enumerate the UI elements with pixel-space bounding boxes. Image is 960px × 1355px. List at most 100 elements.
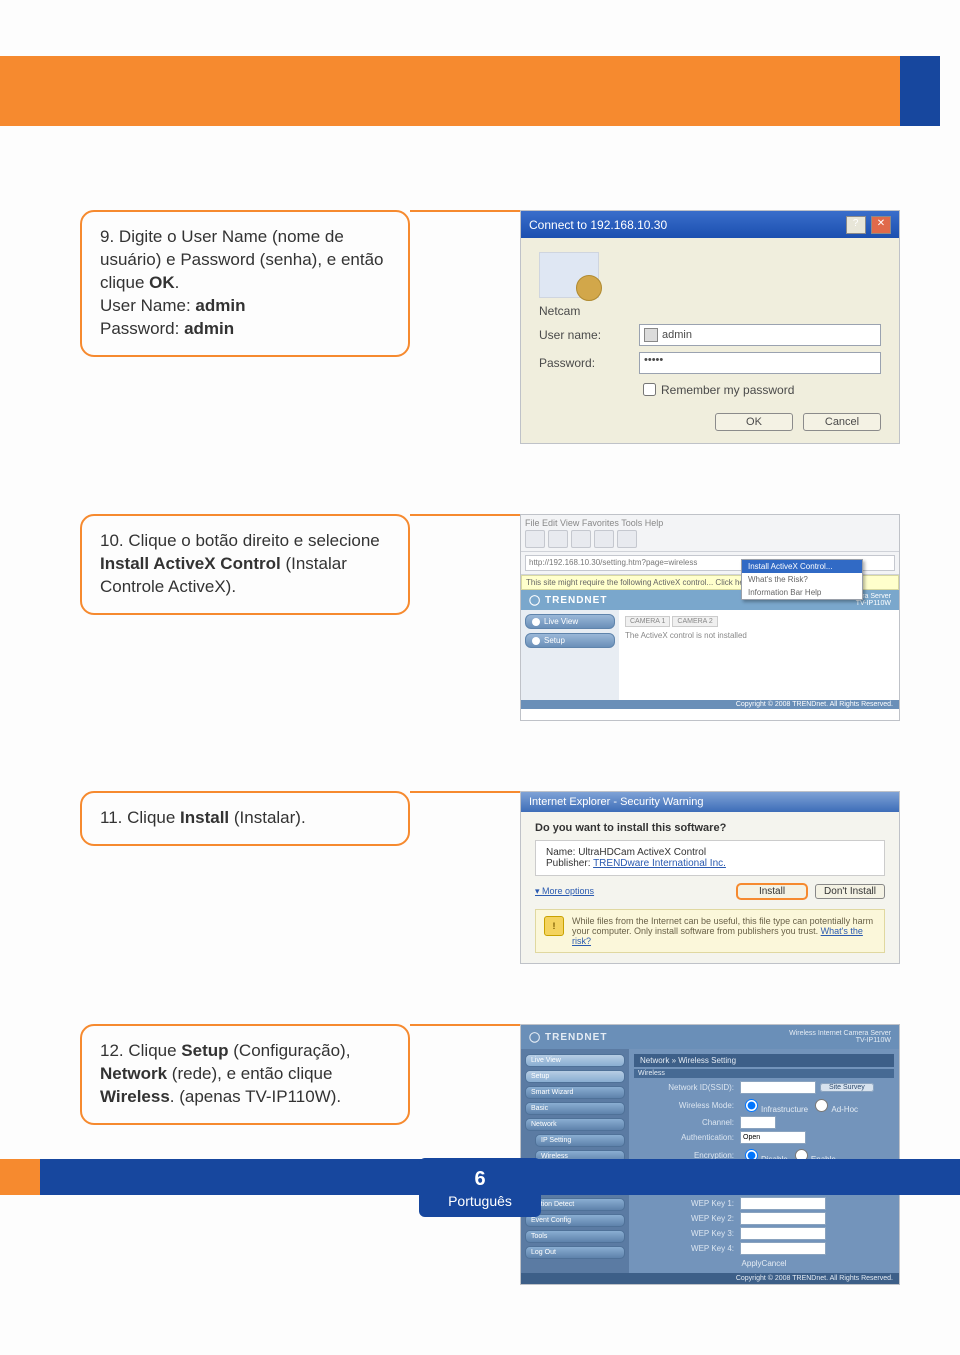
browser-screenshot: File Edit View Favorites Tools Help http…	[520, 514, 900, 721]
page-language: Português	[425, 1193, 535, 1209]
publisher-link[interactable]: TRENDware International Inc.	[593, 858, 726, 869]
home-button[interactable]	[617, 530, 637, 548]
nav-basic[interactable]: Basic	[525, 1102, 625, 1115]
wepkey4-input[interactable]	[740, 1242, 826, 1255]
wepkey2-label: WEP Key 2:	[634, 1214, 740, 1223]
software-info: Name: UltraHDCam ActiveX Control Publish…	[535, 840, 885, 876]
wepkey2-input[interactable]	[740, 1212, 826, 1225]
back-button[interactable]	[525, 530, 545, 548]
remember-checkbox-input[interactable]	[643, 383, 656, 396]
remember-label: Remember my password	[661, 383, 794, 397]
window-controls: ? ✕	[844, 215, 891, 234]
nav-live-view[interactable]: Live View	[525, 1054, 625, 1067]
password-value: •••••	[644, 354, 663, 366]
step-text: (rede), e então clique	[167, 1064, 332, 1083]
ctx-whats-risk[interactable]: What's the Risk?	[742, 573, 862, 586]
close-icon[interactable]: ✕	[871, 216, 891, 234]
wepkey1-input[interactable]	[740, 1197, 826, 1210]
login-dialog-screenshot: Connect to 192.168.10.30 ? ✕ Netcam User…	[520, 210, 900, 444]
nav-logout[interactable]: Log Out	[525, 1246, 625, 1259]
step-text: (Configuração),	[233, 1041, 350, 1060]
step-text: Password:	[100, 319, 184, 338]
shield-icon: !	[544, 916, 564, 936]
wepkey3-input[interactable]	[740, 1227, 826, 1240]
wepkey4-label: WEP Key 4:	[634, 1244, 740, 1253]
stop-button[interactable]	[571, 530, 591, 548]
dialog-title: Connect to 192.168.10.30	[529, 218, 667, 232]
nav-network[interactable]: Network	[525, 1118, 625, 1131]
user-icon	[644, 328, 658, 342]
camera-tab[interactable]: CAMERA 1	[625, 616, 670, 627]
step-12-instruction: 12. Clique Setup (Configuração), Network…	[80, 1024, 410, 1125]
nav-wizard[interactable]: Smart Wizard	[525, 1086, 625, 1099]
live-view-button[interactable]: Live View	[525, 614, 615, 629]
essid-label: Network ID(SSID):	[634, 1083, 740, 1092]
browser-menu[interactable]: File Edit View Favorites Tools Help	[525, 518, 895, 528]
step-10-instruction: 10. Clique o botão direito e selecione I…	[80, 514, 410, 615]
browser-page: ◯ TRENDNET Wireless Internet Camera Serv…	[521, 590, 899, 720]
step-number: 10.	[100, 531, 124, 550]
more-options-link[interactable]: ▾ More options	[535, 886, 594, 897]
site-survey-button[interactable]: Site Survey	[820, 1083, 874, 1092]
password-input[interactable]: •••••	[639, 352, 881, 374]
trendnet-logo: ◯ TRENDNET	[529, 1032, 607, 1043]
nav-setup[interactable]: Setup	[525, 1070, 625, 1083]
step-10-row: 10. Clique o botão direito e selecione I…	[80, 514, 900, 721]
essid-input[interactable]	[740, 1081, 816, 1094]
cancel-button[interactable]: Cancel	[803, 413, 881, 431]
trendnet-logo: ◯ TRENDNET	[529, 595, 607, 606]
cancel-button[interactable]: Cancel	[762, 1259, 787, 1268]
browser-toolbar: File Edit View Favorites Tools Help	[521, 515, 899, 552]
step-11-row: 11. Clique Install (Instalar). Internet …	[80, 791, 900, 964]
apply-button[interactable]: Apply	[742, 1259, 762, 1268]
settings-screenshot: ◯ TRENDNET Wireless Internet Camera Serv…	[520, 1024, 900, 1285]
auth-select[interactable]	[740, 1131, 806, 1144]
settings-title: Network » Wireless Setting	[634, 1054, 894, 1067]
camera-tab2[interactable]: CAMERA 2	[672, 616, 717, 627]
remember-checkbox[interactable]: Remember my password	[639, 380, 881, 399]
install-button[interactable]: Install	[737, 884, 807, 899]
channel-label: Channel:	[634, 1118, 740, 1127]
username-value: admin	[662, 329, 692, 341]
forward-button[interactable]	[548, 530, 568, 548]
security-warning-note: ! While files from the Internet can be u…	[535, 909, 885, 953]
wireless-section: Wireless	[634, 1069, 894, 1078]
ctx-install-activex[interactable]: Install ActiveX Control...	[742, 560, 862, 573]
step-number: 12.	[100, 1041, 124, 1060]
dialog-titlebar: Connect to 192.168.10.30 ? ✕	[521, 211, 899, 238]
step-text: .	[175, 273, 180, 292]
mode-label: Wireless Mode:	[634, 1101, 740, 1110]
step-text: . (apenas TV-IP110W).	[170, 1087, 341, 1106]
username-label: User name:	[539, 328, 639, 342]
step-text: (Instalar).	[229, 808, 306, 827]
nav-event-config[interactable]: Event Config	[525, 1214, 625, 1227]
dont-install-button[interactable]: Don't Install	[815, 884, 885, 899]
security-question: Do you want to install this software?	[535, 822, 885, 834]
settings-footer: Copyright © 2008 TRENDnet. All Rights Re…	[521, 1273, 899, 1284]
auth-label: Authentication:	[634, 1133, 740, 1142]
mode-infra-radio[interactable]	[745, 1099, 758, 1112]
wepkey1-label: WEP Key 1:	[634, 1199, 740, 1208]
dialog-body: Netcam User name: admin Password: ••••• …	[521, 238, 899, 443]
footer-orange-accent	[0, 1159, 40, 1195]
header-orange-bar	[0, 56, 900, 126]
step-bold: Wireless	[100, 1087, 170, 1106]
ok-button[interactable]: OK	[715, 413, 793, 431]
username-input[interactable]: admin	[639, 324, 881, 346]
step-text: Clique	[128, 1041, 181, 1060]
step-9-row: 9. Digite o User Name (nome de usuário) …	[80, 210, 900, 444]
channel-input[interactable]	[740, 1116, 776, 1129]
nav-tools[interactable]: Tools	[525, 1230, 625, 1243]
context-menu: Install ActiveX Control... What's the Ri…	[741, 559, 863, 600]
step-bold: admin	[195, 296, 245, 315]
setup-label: Setup	[544, 636, 565, 645]
nav-ip[interactable]: IP Setting	[535, 1134, 625, 1147]
step-12-row: 12. Clique Setup (Configuração), Network…	[80, 1024, 900, 1285]
setup-button[interactable]: Setup	[525, 633, 615, 648]
mode-adhoc-radio[interactable]	[815, 1099, 828, 1112]
ctx-infobar-help[interactable]: Information Bar Help	[742, 586, 862, 599]
live-view-label: Live View	[544, 617, 578, 626]
page-number-box: 6 Português	[419, 1158, 541, 1217]
help-icon[interactable]: ?	[846, 216, 866, 234]
refresh-button[interactable]	[594, 530, 614, 548]
